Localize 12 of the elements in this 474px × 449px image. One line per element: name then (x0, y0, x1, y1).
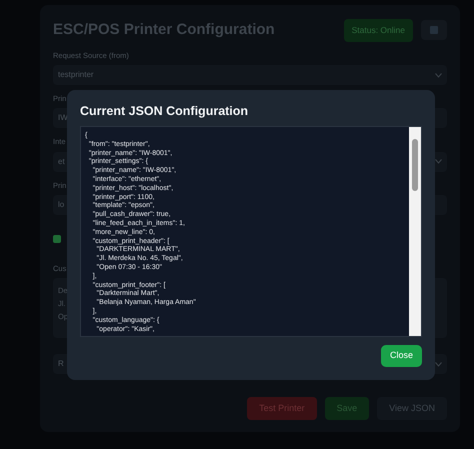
status-badge: Status: Online (344, 19, 413, 42)
chevron-icon (435, 72, 442, 78)
scrollbar[interactable] (409, 127, 421, 336)
square-icon (430, 26, 438, 34)
chevron-icon (435, 362, 442, 366)
json-text-area[interactable] (80, 126, 422, 337)
select-field[interactable]: testprinter (53, 65, 447, 85)
modal-title: Current JSON Configuration (80, 104, 250, 119)
close-button[interactable]: Close (380, 345, 422, 366)
checkbox[interactable] (53, 234, 61, 243)
theme-toggle-button[interactable] (421, 20, 447, 40)
chevron-icon (435, 159, 442, 164)
